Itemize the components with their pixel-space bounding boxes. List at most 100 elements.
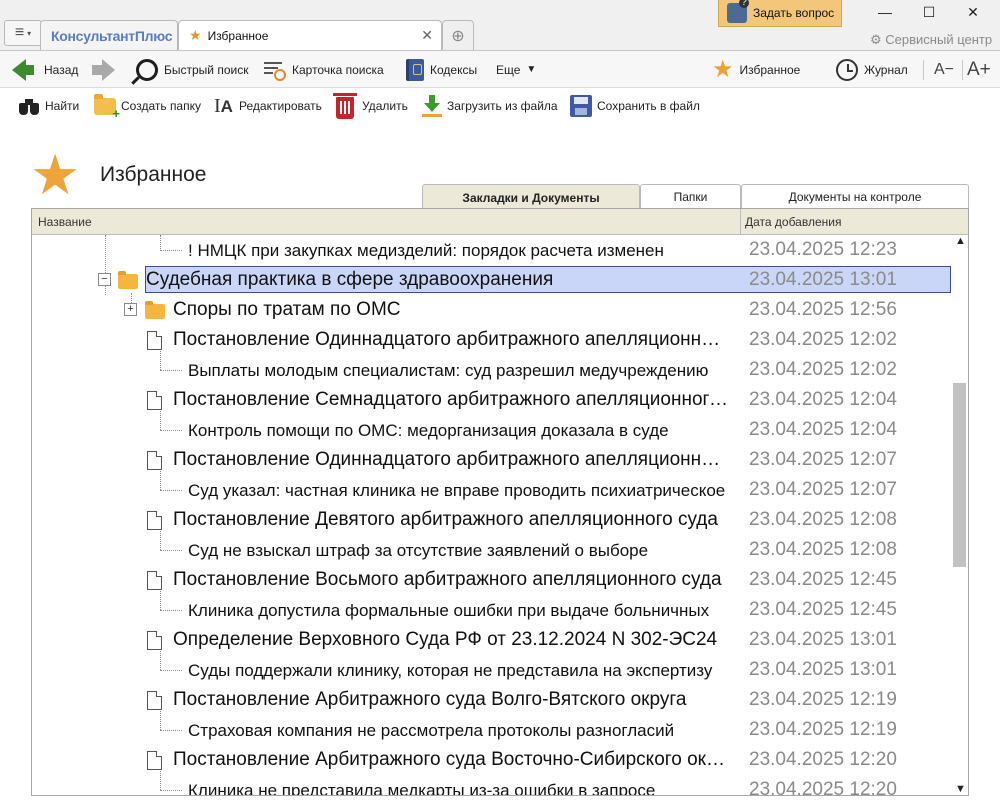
table-row[interactable]: Суд не взыскал штраф за отсутствие заявл… <box>32 531 952 565</box>
tab-documents-on-control[interactable]: Документы на контроле <box>741 184 969 209</box>
maximize-icon[interactable]: ☐ <box>914 4 944 21</box>
quick-search-button[interactable]: Быстрый поиск <box>136 51 248 88</box>
favorites-star-icon: ★ <box>30 143 81 206</box>
row-date: 23.04.2025 13:01 <box>749 659 897 680</box>
table-row[interactable]: Контроль помощи по ОМС: медорганизация д… <box>32 411 952 445</box>
scroll-down-icon[interactable]: ▼ <box>955 783 966 795</box>
load-from-file-button[interactable]: Загрузить из файла <box>422 93 558 119</box>
tree-guide <box>160 550 182 551</box>
floppy-disk-icon <box>570 95 592 117</box>
row-date: 23.04.2025 13:01 <box>749 629 897 650</box>
save-to-file-button[interactable]: Сохранить в файл <box>570 93 700 119</box>
codexes-button[interactable]: Кодексы <box>406 51 477 88</box>
row-date: 23.04.2025 13:01 <box>749 269 897 290</box>
expand-icon[interactable]: + <box>124 303 137 316</box>
minimize-icon[interactable]: — <box>870 4 900 20</box>
table-row[interactable]: Постановление Одиннадцатого арбитражного… <box>32 445 952 475</box>
table-row[interactable]: Постановление Семнадцатого арбитражного … <box>32 385 952 415</box>
close-window-icon[interactable]: ✕ <box>958 4 988 21</box>
font-increase-button[interactable]: A+ <box>967 51 991 88</box>
main-menu-button[interactable]: ≡ ▾ <box>4 20 42 46</box>
table-row[interactable]: Определение Верховного Суда РФ от 23.12.… <box>32 625 952 655</box>
table-row[interactable]: Постановление Восьмого арбитражного апел… <box>32 565 952 595</box>
column-header-name[interactable]: Название <box>38 215 92 229</box>
column-header-date[interactable]: Дата добавления <box>745 215 841 229</box>
row-date: 23.04.2025 12:20 <box>749 779 897 795</box>
consultant-plus-window: ≡▾ КонсультантПлюс ★ Избранное ✕ ⊕ Задат… <box>0 0 1000 800</box>
vertical-scrollbar[interactable]: ▲ ▼ <box>952 235 968 795</box>
row-title: Споры по тратам по ОМС <box>173 299 401 320</box>
codex-book-icon <box>406 58 424 81</box>
tree-guide <box>160 490 182 491</box>
create-folder-label: Создать папку <box>121 99 201 113</box>
forward-arrow-head <box>102 58 115 81</box>
row-title: Постановление Арбитражного суда Восточно… <box>173 749 729 770</box>
tree-guide <box>160 411 161 430</box>
row-title: Постановление Одиннадцатого арбитражного… <box>173 329 729 350</box>
table-row[interactable]: Постановление Арбитражного суда Волго-Вя… <box>32 685 952 715</box>
row-title: Постановление Семнадцатого арбитражного … <box>173 389 729 410</box>
edit-text-icon: IA <box>214 95 233 117</box>
font-decrease-button[interactable]: A− <box>934 51 954 88</box>
table-row[interactable]: Клиника допустила формальные ошибки при … <box>32 591 952 625</box>
back-button[interactable]: Назад <box>12 51 78 88</box>
scroll-up-icon[interactable]: ▲ <box>955 235 966 247</box>
collapse-icon[interactable]: − <box>98 273 111 286</box>
table-row[interactable]: Постановление Девятого арбитражного апел… <box>32 505 952 535</box>
ask-question-label: Задать вопрос <box>753 6 835 20</box>
new-tab-button[interactable]: ⊕ <box>442 20 474 50</box>
row-date: 23.04.2025 12:45 <box>749 569 897 590</box>
table-row-selected[interactable]: − Судебная практика в сфере здравоохране… <box>32 265 952 295</box>
main-toolbar: Назад Быстрый поиск Карточка поиска Коде… <box>0 50 1000 88</box>
column-divider[interactable] <box>740 209 741 235</box>
more-label: Еще <box>496 62 521 77</box>
find-button[interactable]: Найти <box>18 93 79 119</box>
search-icon <box>136 58 158 81</box>
document-icon <box>147 511 162 530</box>
row-date: 23.04.2025 12:19 <box>749 689 897 710</box>
row-date: 23.04.2025 12:19 <box>749 719 897 740</box>
table-header: Название Дата добавления <box>32 209 968 235</box>
tab-favorites[interactable]: ★ Избранное ✕ <box>178 20 442 50</box>
table-row[interactable]: Постановление Арбитражного суда Восточно… <box>32 745 952 775</box>
row-date: 23.04.2025 12:56 <box>749 299 897 320</box>
forward-button[interactable] <box>92 51 115 88</box>
scrollbar-thumb[interactable] <box>953 383 966 567</box>
table-row[interactable]: Суд указал: частная клиника не вправе пр… <box>32 471 952 505</box>
table-row[interactable]: + Споры по тратам по ОМС 23.04.2025 12:5… <box>32 293 952 325</box>
page-title: Избранное <box>100 163 207 186</box>
row-title: Контроль помощи по ОМС: медорганизация д… <box>188 421 669 440</box>
create-folder-button[interactable]: Создать папку <box>94 93 201 121</box>
journal-label: Журнал <box>864 62 908 77</box>
ask-question-button[interactable]: Задать вопрос <box>718 0 842 27</box>
table-row[interactable]: ! НМЦК при закупках медизделий: порядок … <box>32 235 952 265</box>
row-date: 23.04.2025 12:07 <box>749 479 897 500</box>
service-center-link[interactable]: ⚙ Сервисный центр <box>870 32 992 48</box>
quick-search-label: Быстрый поиск <box>164 62 249 77</box>
row-title: Страховая компания не рассмотрела проток… <box>188 721 675 740</box>
tab-bookmarks-documents[interactable]: Закладки и Документы <box>422 184 640 210</box>
tab-home[interactable]: КонсультантПлюс <box>40 20 178 50</box>
table-row[interactable]: Страховая компания не рассмотрела проток… <box>32 711 952 745</box>
edit-label: Редактировать <box>239 99 322 113</box>
delete-button[interactable]: Удалить <box>333 92 408 119</box>
tab-folders[interactable]: Папки <box>640 184 741 209</box>
table-row[interactable]: Клиника не представила медкарты из-за ош… <box>32 771 952 795</box>
table-row[interactable]: Суды поддержали клинику, которая не пред… <box>32 651 952 685</box>
toolbar-separator <box>962 60 963 80</box>
hamburger-icon: ≡ <box>14 24 25 41</box>
search-card-button[interactable]: Карточка поиска <box>264 51 384 88</box>
document-icon <box>147 391 162 410</box>
row-date: 23.04.2025 12:02 <box>749 329 897 350</box>
table-row[interactable]: Выплаты молодым специалистам: суд разреш… <box>32 351 952 385</box>
star-icon: ★ <box>189 27 202 43</box>
clock-icon <box>836 58 858 81</box>
more-menu[interactable]: Еще ▼ <box>496 51 536 88</box>
favorites-button[interactable]: ★ Избранное <box>712 51 800 88</box>
edit-button[interactable]: IA Редактировать <box>214 93 322 119</box>
close-tab-icon[interactable]: ✕ <box>421 27 433 44</box>
table-row[interactable]: Постановление Одиннадцатого арбитражного… <box>32 325 952 355</box>
row-title: Суды поддержали клинику, которая не пред… <box>188 661 713 680</box>
journal-button[interactable]: Журнал <box>836 51 908 88</box>
row-date: 23.04.2025 12:04 <box>749 389 897 410</box>
